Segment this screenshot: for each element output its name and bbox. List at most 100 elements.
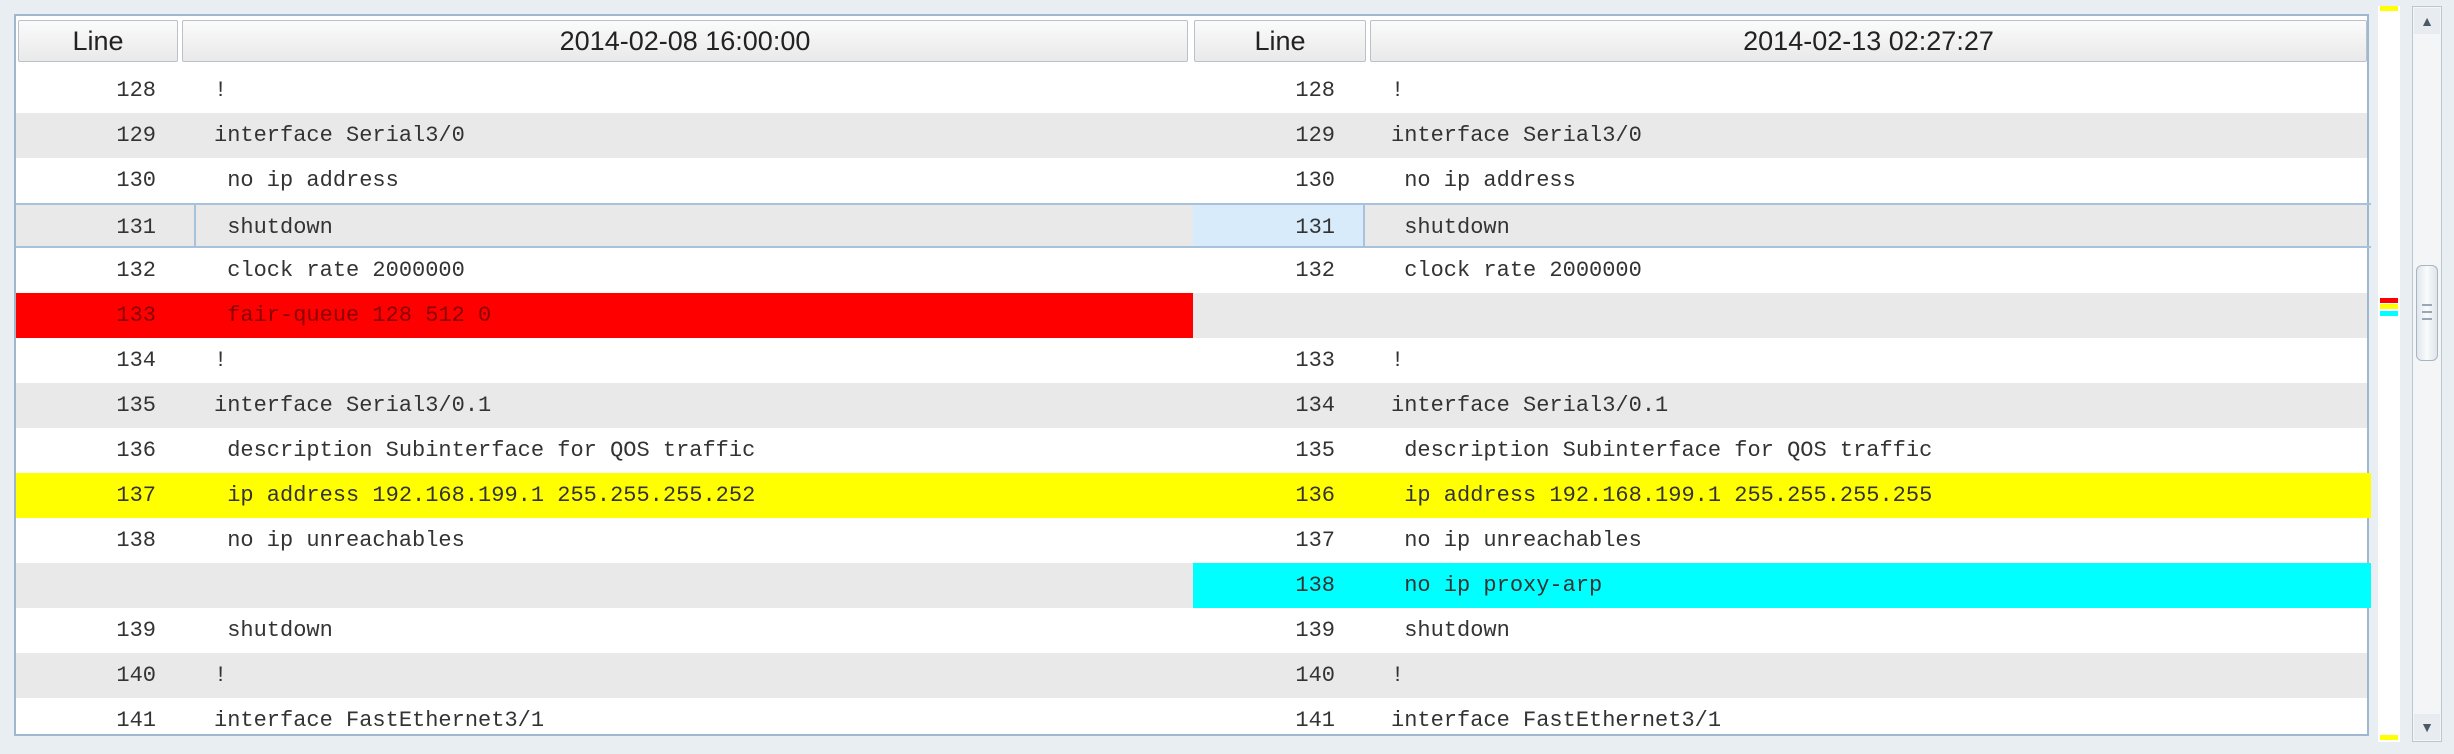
diff-row[interactable]: 132 clock rate 2000000 132 clock rate 200…	[16, 248, 2367, 293]
left-line-text: shutdown	[214, 618, 333, 643]
left-line-number: 136	[116, 438, 156, 463]
left-line-number: 131	[116, 215, 156, 240]
right-line[interactable]: 130 no ip address	[1193, 158, 2371, 203]
right-line-number: 137	[1295, 528, 1335, 553]
right-line[interactable]: 135 description Subinterface for QOS tra…	[1193, 428, 2371, 473]
right-line[interactable]: 131 shutdown	[1193, 203, 2371, 248]
left-line-number: 135	[116, 393, 156, 418]
left-line-text: !	[214, 663, 228, 688]
right-revision-header[interactable]: 2014-02-13 02:27:27	[1370, 20, 2367, 62]
left-line-text: !	[214, 348, 228, 373]
right-line[interactable]: 128!	[1193, 68, 2371, 113]
left-line[interactable]: 141 interface FastEthernet3/1	[16, 698, 1193, 743]
diff-row[interactable]: 129 interface Serial3/0 129 interface Seria…	[16, 113, 2367, 158]
right-line-number: 134	[1295, 393, 1335, 418]
right-line-number: 141	[1295, 708, 1335, 733]
overview-change-marker[interactable]	[2380, 6, 2398, 11]
left-line-number: 138	[116, 528, 156, 553]
right-line-number: 128	[1295, 78, 1335, 103]
left-line[interactable]: 139 shutdown	[16, 608, 1193, 653]
left-line-text: interface FastEthernet3/1	[214, 708, 545, 733]
right-line[interactable]: 139 shutdown	[1193, 608, 2371, 653]
left-line-text: description Subinterface for QOS traffic	[214, 438, 756, 463]
right-line-number: 136	[1295, 483, 1335, 508]
left-line-number: 133	[116, 303, 156, 328]
right-line-text: no ip unreachables	[1391, 528, 1642, 553]
left-line[interactable]: 138 no ip unreachables	[16, 518, 1193, 563]
diff-row[interactable]: 136 description Subinterface for QOS tra…	[16, 428, 2367, 473]
left-line-number: 130	[116, 168, 156, 193]
right-line[interactable]: 134 interface Serial3/0.1	[1193, 383, 2371, 428]
scrollbar-thumb[interactable]	[2416, 265, 2438, 361]
right-line-number: 140	[1295, 663, 1335, 688]
diff-row[interactable]: 135 interface Serial3/0.1 134 interface Ser…	[16, 383, 2367, 428]
right-line[interactable]: 132 clock rate 2000000	[1193, 248, 2371, 293]
left-line[interactable]: 129 interface Serial3/0	[16, 113, 1193, 158]
diff-row[interactable]: 130 no ip address 130 no ip address	[16, 158, 2367, 203]
right-line[interactable]: 138 no ip proxy-arp	[1193, 563, 2371, 608]
scroll-down-icon[interactable]: ▼	[2414, 714, 2440, 740]
grip-line	[2422, 304, 2432, 306]
left-line[interactable]: 135 interface Serial3/0.1	[16, 383, 1193, 428]
left-line[interactable]: 133 fair-queue 128 512 0	[16, 293, 1193, 338]
diff-row[interactable]: 141 interface FastEthernet3/1 141 interface…	[16, 698, 2367, 743]
right-line-text: shutdown	[1391, 215, 1510, 240]
diff-row[interactable]: 138 no ip unreachables 137 no ip unreacha…	[16, 518, 2367, 563]
right-line[interactable]: 133!	[1193, 338, 2371, 383]
diff-row[interactable]: 128! 128!	[16, 68, 2367, 113]
grip-line	[2422, 311, 2432, 313]
left-revision-header[interactable]: 2014-02-08 16:00:00	[182, 20, 1188, 62]
left-line[interactable]: 134!	[16, 338, 1193, 383]
left-line[interactable]: 140!	[16, 653, 1193, 698]
right-line-text: !	[1391, 348, 1405, 373]
right-line-number: 135	[1295, 438, 1335, 463]
overview-change-marker[interactable]	[2380, 304, 2398, 309]
diff-row[interactable]: 139 shutdown 139 shutdown	[16, 608, 2367, 653]
left-line[interactable]: 131 shutdown	[16, 203, 1193, 248]
right-line-number: 139	[1295, 618, 1335, 643]
diff-viewer: Line 2014-02-08 16:00:00 Line 2014-02-13…	[14, 14, 2371, 736]
left-line-number: 128	[116, 78, 156, 103]
left-line-number: 140	[116, 663, 156, 688]
right-line-text: ip address 192.168.199.1 255.255.255.255	[1391, 483, 1933, 508]
diff-row[interactable]: 137 ip address 192.168.199.1 255.255.255…	[16, 473, 2371, 518]
right-line-number: 132	[1295, 258, 1335, 283]
left-line-number: 134	[116, 348, 156, 373]
right-line[interactable]: 137 no ip unreachables	[1193, 518, 2371, 563]
right-line-text: !	[1391, 78, 1405, 103]
left-line-text: interface Serial3/0.1	[214, 393, 492, 418]
scroll-up-icon[interactable]: ▲	[2414, 8, 2440, 34]
right-line[interactable]: 141 interface FastEthernet3/1	[1193, 698, 2371, 743]
overview-change-marker[interactable]	[2380, 735, 2398, 740]
left-line[interactable]: 130 no ip address	[16, 158, 1193, 203]
right-line-text: interface FastEthernet3/1	[1391, 708, 1722, 733]
right-line-text: interface Serial3/0	[1391, 123, 1642, 148]
left-line[interactable]: 132 clock rate 2000000	[16, 248, 1193, 293]
left-line[interactable]: 128!	[16, 68, 1193, 113]
right-line[interactable]: 136 ip address 192.168.199.1 255.255.255…	[1193, 473, 2371, 518]
left-line-number: 129	[116, 123, 156, 148]
grip-line	[2422, 318, 2432, 320]
diff-overview-strip[interactable]	[2378, 6, 2400, 742]
left-line-number: 139	[116, 618, 156, 643]
diff-row[interactable]: 133 fair-queue 128 512 0	[16, 293, 2367, 338]
right-line[interactable]: 129 interface Serial3/0	[1193, 113, 2371, 158]
diff-row[interactable]: 138 no ip proxy-arp	[16, 563, 2371, 608]
right-line-text: shutdown	[1391, 618, 1510, 643]
right-line[interactable]: 140!	[1193, 653, 2371, 698]
diff-row[interactable]: 140! 140!	[16, 653, 2367, 698]
right-line-text: !	[1391, 663, 1405, 688]
right-line-column-header[interactable]: Line	[1194, 20, 1366, 62]
diff-row[interactable]: 134! 133!	[16, 338, 2367, 383]
vertical-scrollbar[interactable]: ▲ ▼	[2412, 6, 2442, 742]
left-line-text: no ip address	[214, 168, 399, 193]
left-line[interactable]: 137 ip address 192.168.199.1 255.255.255…	[16, 473, 1193, 518]
diff-row[interactable]: 131 shutdown 131 shutdown	[16, 203, 2371, 248]
left-line[interactable]: 136 description Subinterface for QOS tra…	[16, 428, 1193, 473]
overview-change-marker[interactable]	[2380, 298, 2398, 303]
left-line[interactable]	[16, 563, 1193, 608]
left-line-column-header[interactable]: Line	[18, 20, 178, 62]
overview-change-marker[interactable]	[2380, 311, 2398, 316]
right-line-number: 138	[1295, 573, 1335, 598]
right-line[interactable]	[1193, 293, 2371, 338]
